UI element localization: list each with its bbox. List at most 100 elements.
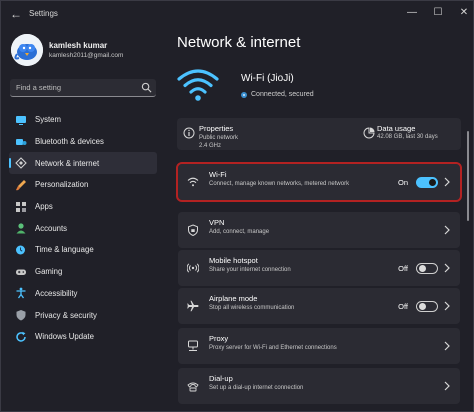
card-subtitle: Stop all wireless communication [209,305,295,311]
data-usage-icon[interactable] [363,127,375,139]
airplane-mode-toggle[interactable] [416,301,438,312]
user-email: kamlesh2011@gmail.com [49,52,124,59]
properties-details: Public network 2.4 GHz [199,134,238,150]
wifi-icon [177,69,219,101]
toggle-knob [419,265,426,272]
user-name: kamlesh kumar [49,41,108,50]
chevron-right-icon [444,263,450,273]
scrollbar[interactable] [467,131,469,221]
sidebar-item-personalization[interactable]: Personalization [9,174,157,196]
dial-up-card[interactable]: Dial-up Set up a dial-up internet connec… [178,368,460,404]
sidebar-item-windows-update[interactable]: Windows Update [9,326,157,348]
card-title: Mobile hotspot [209,256,258,265]
toggle-state-label: Off [398,302,408,311]
globe-clock-icon [16,245,25,255]
vpn-shield-icon [188,224,198,236]
toggle-knob [419,303,426,310]
wifi-toggle[interactable] [416,177,438,188]
close-button[interactable]: ✕ [451,4,474,22]
sidebar-item-gaming[interactable]: Gaming [9,261,157,283]
chevron-right-icon [444,341,450,351]
sidebar-item-accounts[interactable]: Accounts [9,217,157,239]
search-icon[interactable] [141,82,152,93]
network-name: Wi-Fi (JioJi) [241,73,294,84]
card-subtitle: Add, connect, manage [209,229,270,235]
shield-icon [16,310,26,321]
sidebar-item-label: Gaming [35,267,63,277]
network-status-text: Connected, secured [251,91,314,98]
mobile-hotspot-toggle[interactable] [416,263,438,274]
card-subtitle: Connect, manage known networks, metered … [209,181,350,187]
dialup-icon [187,382,199,392]
avatar-image [11,34,43,66]
card-title: Dial-up [209,374,233,383]
sidebar-item-label: Network & internet [35,158,100,168]
card-title: Airplane mode [209,294,258,303]
network-properties-bar: Properties Public network 2.4 GHz Data u… [177,118,461,150]
sidebar-item-label: Bluetooth & devices [35,137,104,147]
card-subtitle: Share your internet connection [209,267,291,273]
brush-icon [16,179,26,191]
sidebar-item-accessibility[interactable]: Accessibility [9,283,157,305]
card-title: VPN [209,218,225,227]
data-usage-detail: 42.08 GB, last 30 days [377,134,438,140]
hotspot-icon [187,263,199,273]
wifi-card[interactable]: Wi-Fi Connect, manage known networks, me… [176,162,462,202]
properties-band: 2.4 GHz [199,143,222,149]
sidebar-item-label: Time & language [35,245,94,255]
app-title: Settings [29,9,58,18]
mobile-hotspot-card[interactable]: Mobile hotspot Share your internet conne… [178,250,460,286]
wifi-diamond-icon [15,157,27,169]
chevron-right-icon [444,177,450,187]
title-bar: ← Settings — ☐ ✕ [1,1,473,27]
toggle-state-label: Off [398,264,408,273]
sidebar-item-apps[interactable]: Apps [9,196,157,218]
monitor-icon [16,115,26,125]
properties-network-type: Public network [199,135,239,141]
card-subtitle: Set up a dial-up internet connection [209,385,304,391]
data-usage-link[interactable]: Data usage [377,124,415,133]
properties-link[interactable]: Properties [199,124,233,133]
sidebar-item-label: Privacy & security [35,310,97,320]
connected-icon [241,91,247,98]
bluetooth-icon [16,138,27,145]
card-title: Proxy [209,334,229,343]
search-box[interactable] [10,79,156,97]
vpn-card[interactable]: VPN Add, connect, manage [178,212,460,248]
person-icon [16,223,26,234]
card-title: Wi-Fi [209,170,227,179]
proxy-icon [188,340,198,351]
sidebar-item-label: Accounts [35,223,68,233]
info-icon[interactable] [183,127,195,139]
proxy-card[interactable]: Proxy Proxy server for Wi-Fi and Etherne… [178,328,460,364]
sidebar-item-system[interactable]: System [9,109,157,131]
sidebar-item-bluetooth[interactable]: Bluetooth & devices [9,131,157,153]
back-arrow-icon[interactable]: ← [9,7,23,21]
sidebar-nav: System Bluetooth & devices Network & int… [9,109,157,348]
minimize-button[interactable]: — [399,4,425,22]
airplane-mode-card[interactable]: Airplane mode Stop all wireless communic… [178,288,460,324]
sidebar-item-time-language[interactable]: Time & language [9,239,157,261]
sidebar-item-label: System [35,115,61,125]
toggle-state-label: On [397,178,408,187]
page-title: Network & internet [177,34,301,51]
chevron-right-icon [444,301,450,311]
sidebar-item-label: Windows Update [35,332,94,342]
card-subtitle: Proxy server for Wi-Fi and Ethernet conn… [209,345,337,351]
sidebar-item-label: Apps [35,202,53,212]
sidebar-item-privacy[interactable]: Privacy & security [9,304,157,326]
accessibility-icon [16,287,26,299]
update-icon [16,331,26,342]
gamepad-icon [16,269,26,275]
settings-window: ← Settings — ☐ ✕ kamlesh kumar kamlesh20… [0,0,474,412]
avatar[interactable] [11,34,43,66]
apps-icon [16,201,26,212]
search-input[interactable] [10,79,140,96]
chevron-right-icon [444,225,450,235]
airplane-icon [187,300,199,312]
maximize-button[interactable]: ☐ [425,4,451,22]
chevron-right-icon [444,381,450,391]
network-status: Connected, secured [241,91,314,98]
sidebar-item-network[interactable]: Network & internet [9,152,157,175]
wifi-icon [187,177,199,187]
